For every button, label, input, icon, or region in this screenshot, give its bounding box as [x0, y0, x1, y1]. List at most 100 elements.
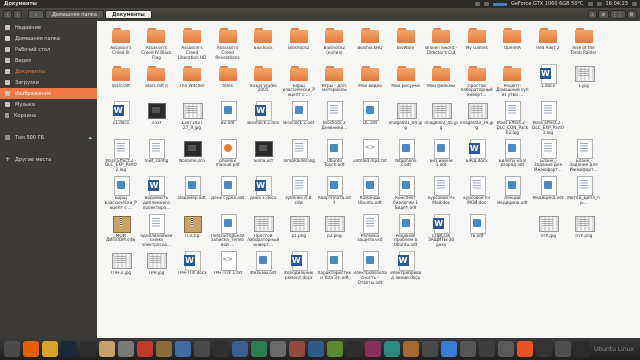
file-item[interactable]: П.3.zip — [174, 213, 210, 251]
folder-item[interactable]: Visual Studio 2005 — [245, 63, 281, 101]
app-icon[interactable] — [441, 341, 457, 357]
file-item[interactable]: Bioshock 2.doc — [245, 100, 281, 138]
gpu-status[interactable]: GeForce GTX 1060 6GB 50°C — [511, 1, 584, 7]
file-item[interactable]: Noname.scn — [174, 138, 210, 176]
app-icon[interactable] — [251, 341, 267, 357]
app-icon[interactable] — [194, 341, 210, 357]
file-item[interactable]: Бланк_ Задание для Ижмофорт... — [566, 138, 602, 176]
ubuntu-icon[interactable] — [4, 341, 20, 357]
list-view-button[interactable]: ≡ — [598, 10, 609, 19]
file-item[interactable]: image002_45.jpg — [423, 100, 459, 138]
folder-item[interactable]: Assassin's Creed Liberation HD — [174, 25, 210, 63]
app-icon[interactable] — [175, 341, 191, 357]
file-item[interactable]: Релейна защита.vsd — [352, 213, 388, 251]
file-item[interactable]: Электробезопасность - Ответы.odt — [352, 250, 388, 288]
file-item[interactable]: Зубенко А.В. cdw — [281, 175, 317, 213]
folder-item[interactable]: OpenRA — [495, 25, 531, 63]
folder-item[interactable]: BioshockHD — [352, 25, 388, 63]
file-item[interactable]: 11.docx — [103, 100, 139, 138]
file-item[interactable]: Лекции медицина.odt — [495, 175, 531, 213]
clock[interactable]: 16:04:23 — [606, 1, 628, 7]
file-item[interactable]: B2.odt — [210, 100, 246, 138]
chrome-icon[interactable] — [42, 341, 58, 357]
file-item[interactable]: Bioshock 2.odt — [281, 100, 317, 138]
app-icon[interactable] — [460, 341, 476, 357]
file-view[interactable]: Assassin's Creed III Assassin's Creed IV … — [97, 21, 640, 338]
file-item[interactable]: ТПУ.jpg — [530, 213, 566, 251]
sidebar-item[interactable]: Том 500 ГБ ⏏ — [0, 132, 97, 143]
obs-icon[interactable] — [213, 341, 229, 357]
app-indicator-icon[interactable] — [483, 2, 489, 6]
file-item[interactable]: Mass Effect 2 - DLC_EXP_Part02.log — [103, 138, 139, 176]
app-icon[interactable] — [422, 341, 438, 357]
folder-item[interactable]: Bioshock2 (копия) — [317, 25, 353, 63]
folder-item[interactable]: Rise of the Tomb Raider — [566, 25, 602, 63]
file-item[interactable]: Водомер.odt — [174, 175, 210, 213]
file-item[interactable]: р1.png — [281, 213, 317, 251]
app-icon[interactable] — [498, 341, 514, 357]
keyboard-icon[interactable] — [587, 2, 593, 6]
file-item[interactable]: mwf_config — [139, 138, 175, 176]
file-item[interactable]: 1.docx — [530, 63, 566, 101]
file-item[interactable]: image001_84.jpg — [388, 100, 424, 138]
file-item[interactable]: МОЙ ДИПЛОМ.cdw — [103, 213, 139, 251]
file-item[interactable]: Решение проблем в Ubuntu.odt — [388, 213, 424, 251]
file-item[interactable]: Ведомость дипломного проектиро... — [139, 175, 175, 213]
file-item[interactable]: ТБ.odt — [459, 213, 495, 251]
file-item[interactable]: Электропривод линии.docx — [388, 250, 424, 288]
app-icon[interactable] — [232, 341, 248, 357]
sidebar-item[interactable]: Документы — [0, 66, 97, 77]
settings-icon[interactable] — [118, 341, 134, 357]
app-icon[interactable] — [365, 341, 381, 357]
app-icon[interactable] — [270, 341, 286, 357]
file-item[interactable]: Soma.xcf — [245, 138, 281, 176]
file-item[interactable]: Фильмы.odt — [245, 250, 281, 288]
sidebar-item[interactable]: Рабочий стол — [0, 44, 97, 55]
file-item[interactable]: ТРН.jpg — [139, 250, 175, 288]
file-item[interactable]: Ubuntu Touch.odt — [317, 138, 353, 176]
file-item[interactable]: р2.png — [317, 213, 353, 251]
breadcrumb-documents[interactable]: Документы — [104, 10, 152, 19]
file-item[interactable]: DC.odt — [352, 100, 388, 138]
sidebar-item[interactable]: Музыка — [0, 99, 97, 110]
file-item[interactable]: Конспект биологии 1 Бидет.odt — [388, 175, 424, 213]
folder-item[interactable]: Starcraft — [103, 63, 139, 101]
file-item[interactable]: Бланк_ Задание для Ижмофорт... — [530, 138, 566, 176]
file-item[interactable]: Bioshock 2 Дневники... — [317, 100, 353, 138]
folder-item[interactable]: Мои видео — [352, 63, 388, 101]
terminal-icon[interactable] — [80, 341, 96, 357]
file-item[interactable]: image003_39.jpg — [459, 100, 495, 138]
file-item[interactable]: ТРН-ТПУ 1.txt — [210, 250, 246, 288]
file-item[interactable]: ТПУ.png — [566, 213, 602, 251]
folder-item[interactable]: Простой лабораторный инверт... — [459, 63, 495, 101]
forward-button[interactable]: › — [13, 10, 22, 19]
app-icon[interactable] — [403, 341, 419, 357]
file-item[interactable]: СПИСОК ЗАЩИТЫ 30 докх — [423, 213, 459, 251]
files-icon[interactable] — [99, 341, 115, 357]
firefox-icon[interactable] — [23, 341, 39, 357]
folder-item[interactable]: Мои рисунки — [388, 63, 424, 101]
folder-item[interactable]: Bioshock — [245, 25, 281, 63]
steam-icon[interactable] — [61, 341, 77, 357]
file-item[interactable]: TombRaider.log — [281, 138, 317, 176]
power-icon[interactable] — [632, 2, 637, 6]
back-button[interactable]: ‹ — [3, 10, 12, 19]
folder-item[interactable]: Борщ классически_Рецепт с ... — [281, 63, 317, 101]
network-graph-icon[interactable] — [492, 2, 507, 6]
ring-icon[interactable] — [137, 341, 153, 357]
sidebar-item[interactable]: Домашняя папка — [0, 33, 97, 44]
app-icon[interactable] — [479, 341, 495, 357]
file-item[interactable]: ТРН-ТПУ.docx — [174, 250, 210, 288]
terminal-icon[interactable] — [346, 341, 362, 357]
app-indicator-icon[interactable] — [474, 2, 480, 6]
eject-icon[interactable]: ⏏ — [88, 135, 92, 140]
folder-item[interactable]: Игры - Доп. материалы — [317, 63, 353, 101]
folder-item[interactable]: Assassin's Creed Revelations — [210, 25, 246, 63]
file-item[interactable]: ТПН-2.jpg — [103, 250, 139, 288]
sidebar-item[interactable]: Изображения — [0, 88, 97, 99]
folder-item[interactable]: Assassin's Creed IV Black Flag — [139, 25, 175, 63]
app-icon[interactable] — [574, 341, 590, 357]
folder-item[interactable]: StarCraft II — [139, 63, 175, 101]
sidebar-item[interactable]: Корзина — [0, 110, 97, 121]
app-icon[interactable] — [517, 341, 533, 357]
